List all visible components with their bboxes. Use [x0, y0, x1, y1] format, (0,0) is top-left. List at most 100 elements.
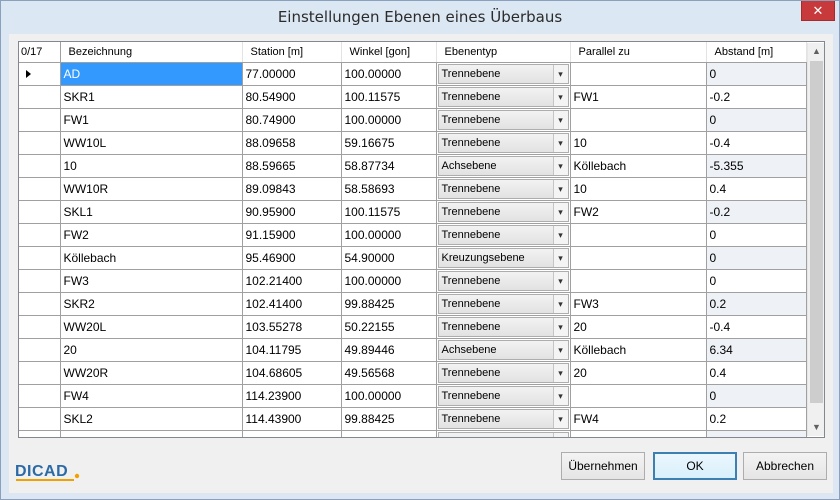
- cell-winkel[interactable]: 100.00000: [341, 384, 437, 408]
- ebenentyp-dropdown[interactable]: Trennebene ▾: [437, 109, 569, 130]
- cell-station[interactable]: 90.95900: [242, 200, 342, 224]
- cell-abstand[interactable]: 0.2: [706, 407, 807, 431]
- cell-ebenentyp[interactable]: Achsebene ▾: [436, 338, 571, 362]
- scroll-up-icon[interactable]: ▲: [808, 43, 824, 60]
- cell-station[interactable]: 103.55278: [242, 315, 342, 339]
- cell-bezeichnung[interactable]: FW3: [60, 269, 243, 293]
- column-header-bezeichnung[interactable]: Bezeichnung: [60, 42, 243, 63]
- cell-ebenentyp[interactable]: Trennebene ▾: [436, 361, 571, 385]
- cell-ebenentyp[interactable]: Trennebene ▾: [436, 85, 571, 109]
- cell-parallel[interactable]: [570, 269, 707, 293]
- cell-winkel[interactable]: 49.89446: [341, 338, 437, 362]
- cell-abstand[interactable]: 0: [706, 223, 807, 247]
- cell-ebenentyp[interactable]: Trennebene ▾: [436, 131, 571, 155]
- cell-bezeichnung[interactable]: ED: [60, 430, 243, 437]
- chevron-down-icon[interactable]: ▾: [552, 156, 568, 175]
- cell-station[interactable]: 114.23900: [242, 384, 342, 408]
- cell-abstand[interactable]: 0: [706, 430, 807, 437]
- cell-bezeichnung[interactable]: Köllebach: [60, 246, 243, 270]
- cell-winkel[interactable]: 54.90000: [341, 246, 437, 270]
- ebenentyp-dropdown[interactable]: Trennebene ▾: [437, 63, 569, 84]
- cell-winkel[interactable]: 99.88425: [341, 292, 437, 316]
- cell-winkel[interactable]: 50.22155: [341, 315, 437, 339]
- cell-station[interactable]: 89.09843: [242, 177, 342, 201]
- cell-winkel[interactable]: 100.11575: [341, 200, 437, 224]
- chevron-down-icon[interactable]: ▾: [552, 110, 568, 129]
- cell-winkel[interactable]: 100.00000: [341, 62, 437, 86]
- cell-bezeichnung[interactable]: SKL1: [60, 200, 243, 224]
- cell-bezeichnung[interactable]: WW20L: [60, 315, 243, 339]
- cell-station[interactable]: 114.43900: [242, 407, 342, 431]
- table-row[interactable]: FW3 102.21400 100.00000 Trennebene ▾ 0: [19, 269, 807, 293]
- row-selector[interactable]: [19, 292, 61, 316]
- ebenentyp-dropdown[interactable]: Trennebene ▾: [437, 316, 569, 337]
- table-row[interactable]: 20 104.11795 49.89446 Achsebene ▾ Köllebach 6.…: [19, 338, 807, 362]
- scroll-down-icon[interactable]: ▼: [808, 419, 824, 436]
- cell-ebenentyp[interactable]: Trennebene ▾: [436, 200, 571, 224]
- cell-winkel[interactable]: 100.00000: [341, 430, 437, 437]
- chevron-down-icon[interactable]: ▾: [552, 87, 568, 106]
- cell-ebenentyp[interactable]: Trennebene ▾: [436, 384, 571, 408]
- cell-ebenentyp[interactable]: Trennebene ▾: [436, 269, 571, 293]
- cell-winkel[interactable]: 58.58693: [341, 177, 437, 201]
- cell-parallel[interactable]: Köllebach: [570, 338, 707, 362]
- table-row[interactable]: SKL1 90.95900 100.11575 Trennebene ▾ FW2 -0.2: [19, 200, 807, 224]
- row-selector[interactable]: [19, 62, 61, 86]
- table-row[interactable]: WW10L 88.09658 59.16675 Trennebene ▾ 10 -0.4: [19, 131, 807, 155]
- cell-parallel[interactable]: [570, 246, 707, 270]
- cell-abstand[interactable]: 6.34: [706, 338, 807, 362]
- cell-abstand[interactable]: 0.4: [706, 177, 807, 201]
- cell-station[interactable]: 104.11795: [242, 338, 342, 362]
- row-selector[interactable]: [19, 154, 61, 178]
- cell-station[interactable]: 88.09658: [242, 131, 342, 155]
- cell-ebenentyp[interactable]: Trennebene ▾: [436, 108, 571, 132]
- column-header-ebenentyp[interactable]: Ebenentyp: [436, 42, 571, 63]
- cell-abstand[interactable]: 0: [706, 108, 807, 132]
- cell-bezeichnung[interactable]: WW10L: [60, 131, 243, 155]
- close-button[interactable]: ✕: [801, 1, 835, 21]
- table-row[interactable]: SKR2 102.41400 99.88425 Trennebene ▾ FW3 0.2: [19, 292, 807, 316]
- ebenentyp-dropdown[interactable]: Achsebene ▾: [437, 155, 569, 176]
- cell-abstand[interactable]: 0: [706, 246, 807, 270]
- ebenentyp-dropdown[interactable]: Trennebene ▾: [437, 178, 569, 199]
- cell-station[interactable]: 88.59665: [242, 154, 342, 178]
- cell-station[interactable]: 102.21400: [242, 269, 342, 293]
- table-row[interactable]: FW1 80.74900 100.00000 Trennebene ▾ 0: [19, 108, 807, 132]
- cell-station[interactable]: 80.74900: [242, 108, 342, 132]
- cell-station[interactable]: 102.41400: [242, 292, 342, 316]
- chevron-down-icon[interactable]: ▾: [552, 340, 568, 359]
- cell-parallel[interactable]: FW4: [570, 407, 707, 431]
- cell-abstand[interactable]: 0.2: [706, 292, 807, 316]
- cell-abstand[interactable]: 0: [706, 269, 807, 293]
- cell-station[interactable]: 95.46900: [242, 246, 342, 270]
- cell-abstand[interactable]: -5.355: [706, 154, 807, 178]
- chevron-down-icon[interactable]: ▾: [552, 317, 568, 336]
- cell-winkel[interactable]: 100.00000: [341, 223, 437, 247]
- ebenentyp-dropdown[interactable]: Trennebene ▾: [437, 201, 569, 222]
- chevron-down-icon[interactable]: ▾: [552, 133, 568, 152]
- cell-parallel[interactable]: 10: [570, 131, 707, 155]
- cell-parallel[interactable]: [570, 62, 707, 86]
- chevron-down-icon[interactable]: ▾: [552, 432, 568, 437]
- chevron-down-icon[interactable]: ▾: [552, 248, 568, 267]
- chevron-down-icon[interactable]: ▾: [552, 202, 568, 221]
- cell-winkel[interactable]: 100.00000: [341, 108, 437, 132]
- ebenentyp-dropdown[interactable]: Achsebene ▾: [437, 339, 569, 360]
- ebenentyp-dropdown[interactable]: Trennebene ▾: [437, 270, 569, 291]
- column-header-parallel[interactable]: Parallel zu: [570, 42, 707, 63]
- chevron-down-icon[interactable]: ▾: [552, 225, 568, 244]
- cell-winkel[interactable]: 58.87734: [341, 154, 437, 178]
- row-selector[interactable]: [19, 361, 61, 385]
- cell-parallel[interactable]: Köllebach: [570, 154, 707, 178]
- cell-parallel[interactable]: [570, 384, 707, 408]
- row-selector[interactable]: [19, 85, 61, 109]
- cell-parallel[interactable]: [570, 108, 707, 132]
- column-header-winkel[interactable]: Winkel [gon]: [341, 42, 437, 63]
- cancel-button[interactable]: Abbrechen: [743, 452, 827, 480]
- cell-bezeichnung[interactable]: 10: [60, 154, 243, 178]
- cell-ebenentyp[interactable]: Trennebene ▾: [436, 177, 571, 201]
- chevron-down-icon[interactable]: ▾: [552, 179, 568, 198]
- cell-bezeichnung[interactable]: SKR1: [60, 85, 243, 109]
- cell-abstand[interactable]: -0.4: [706, 315, 807, 339]
- row-selector[interactable]: [19, 108, 61, 132]
